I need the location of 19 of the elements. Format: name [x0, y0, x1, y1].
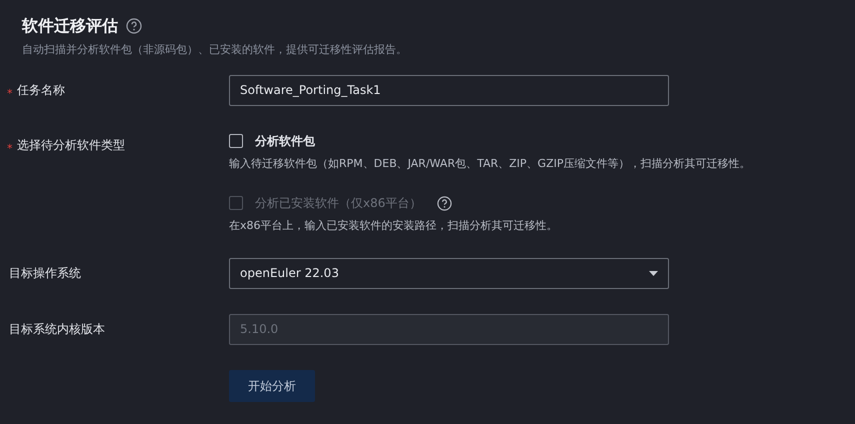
checkbox-label: 分析软件包	[255, 132, 315, 150]
option-hint: 在x86平台上，输入已安装软件的安装路径，扫描分析其可迁移性。	[229, 218, 558, 233]
checkbox-label: 分析已安装软件（仅x86平台）	[255, 194, 422, 212]
field-label: 目标操作系统	[9, 265, 81, 282]
dropdown-caret-icon	[649, 271, 658, 276]
option-hint: 输入待迁移软件包（如RPM、DEB、JAR/WAR包、TAR、ZIP、GZIP压缩文件等），扫描分析其可迁移性。	[229, 156, 750, 171]
text-field[interactable]: Software_Porting_Task1	[229, 75, 669, 106]
field-label: 选择待分析软件类型	[17, 137, 125, 154]
page-description: 自动扫描并分析软件包（非源码包）、已安装的软件，提供可迁移性评估报告。	[21, 42, 408, 58]
required-mark: *	[7, 141, 14, 157]
os-dropdown[interactable]: openEuler 22.03	[229, 258, 669, 289]
required-mark: *	[7, 86, 14, 102]
field-label: 目标系统内核版本	[9, 321, 105, 338]
text-field: 5.10.0	[229, 314, 669, 345]
start-analysis-button[interactable]: 开始分析	[229, 370, 315, 402]
help-icon[interactable]	[126, 18, 142, 34]
page-title: 软件迁移评估	[22, 16, 118, 36]
field-label: 任务名称	[17, 82, 65, 99]
checkbox[interactable]	[229, 134, 243, 148]
